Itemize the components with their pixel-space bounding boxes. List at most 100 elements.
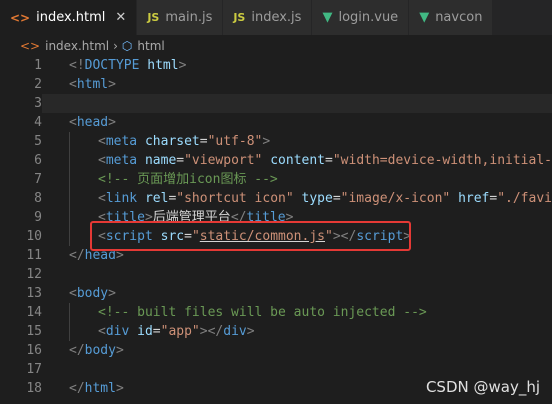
code-token: "viewport" [184, 153, 263, 168]
code-token: > [199, 324, 208, 339]
code-token: "width=device-width,initial-s [332, 153, 552, 168]
code-line[interactable]: 4 <head> [0, 113, 552, 132]
code-token: <! [69, 58, 85, 73]
code-token: < [98, 153, 106, 168]
tab-label: main.js [165, 10, 213, 25]
tab-index-js[interactable]: JS index.js [223, 0, 313, 35]
code-text: <!-- built files will be auto injected -… [42, 303, 552, 322]
code-line[interactable]: 8 <link rel="shortcut icon" type="image/x… [0, 189, 552, 208]
close-icon[interactable]: ✕ [115, 10, 126, 25]
code-token: = [176, 153, 185, 168]
code-token: <!-- built files will be auto injected -… [98, 305, 427, 320]
watermark: CSDN @way_hj [425, 378, 540, 396]
line-number: 3 [34, 96, 42, 111]
code-token: > [115, 343, 124, 358]
code-token: div [105, 324, 130, 339]
code-line[interactable]: 1 <!DOCTYPE html> [0, 56, 552, 75]
line-number: 17 [26, 362, 42, 377]
code-token: > [108, 77, 116, 92]
line-number: 18 [26, 381, 42, 396]
code-line[interactable]: 17 [0, 360, 552, 379]
js-file-icon: JS [147, 11, 160, 24]
code-text: <meta name="viewport" content="width=dev… [42, 151, 552, 170]
code-line[interactable]: 13 <body> [0, 284, 552, 303]
line-number: 5 [34, 134, 42, 149]
code-line[interactable]: 3 [0, 94, 552, 113]
line-number: 16 [26, 343, 42, 358]
code-token: html [76, 77, 109, 92]
breadcrumb-file[interactable]: index.html [45, 39, 109, 53]
tab-main-js[interactable]: JS main.js [137, 0, 224, 35]
code-line[interactable]: 12 [0, 265, 552, 284]
tab-navcon[interactable]: ▼ navcon [409, 0, 494, 35]
code-line[interactable]: 16 </body> [0, 341, 552, 360]
code-line[interactable]: 2 <html> [0, 75, 552, 94]
line-number: 4 [34, 115, 42, 130]
code-token: html [147, 58, 179, 73]
line-number: 6 [34, 153, 42, 168]
code-token: body [76, 286, 109, 301]
indent-guide [69, 189, 98, 208]
code-text: <!DOCTYPE html> [42, 56, 552, 75]
code-token: "./favic [497, 191, 552, 206]
indent-guide [69, 132, 98, 151]
code-token: </ [69, 381, 85, 396]
breadcrumb-node[interactable]: html [137, 39, 164, 53]
indent-guide [69, 151, 98, 170]
code-line[interactable]: 7 <!-- 页面增加icon图标 --> [0, 170, 552, 189]
line-number: 1 [34, 58, 42, 73]
code-token: < [69, 77, 77, 92]
code-token: head [76, 115, 109, 130]
code-line[interactable]: 15 <div id="app"></div> [0, 322, 552, 341]
cube-icon: ⬡ [121, 39, 133, 53]
vue-file-icon: ▼ [322, 10, 333, 25]
code-line[interactable]: 14 <!-- built files will be auto injected… [0, 303, 552, 322]
html-file-icon: <> [20, 39, 41, 53]
js-file-icon: JS [233, 11, 246, 24]
code-token: meta [105, 153, 138, 168]
code-text: <div id="app"></div> [42, 322, 552, 341]
highlight-box [90, 221, 411, 251]
tab-label: login.vue [338, 10, 399, 25]
code-token: DOCTYPE [84, 58, 140, 73]
code-line[interactable]: 5 <meta charset="utf-8"> [0, 132, 552, 151]
code-token: type [301, 191, 333, 206]
code-text: <head> [42, 113, 552, 132]
line-number: 15 [26, 324, 42, 339]
line-number: 13 [26, 286, 42, 301]
tab-login-vue[interactable]: ▼ login.vue [312, 0, 410, 35]
line-number: 11 [26, 248, 42, 263]
code-token: meta [105, 134, 138, 149]
line-number: 9 [34, 210, 42, 225]
code-token: body [84, 343, 116, 358]
tab-label: index.html [36, 10, 106, 25]
tab-index-html[interactable]: <> index.html ✕ [0, 0, 138, 35]
code-token: > [115, 381, 124, 396]
code-token: id [137, 324, 153, 339]
code-token: "image/x-icon" [340, 191, 451, 206]
code-text: <meta charset="utf-8"> [42, 132, 552, 151]
indent-guide [69, 322, 98, 341]
code-text: </body> [42, 341, 552, 360]
chevron-right-icon: › [113, 39, 118, 53]
tab-label: navcon [435, 10, 483, 25]
line-number: 8 [34, 191, 42, 206]
code-token: > [262, 134, 271, 149]
code-token: = [152, 324, 161, 339]
code-token: </ [69, 343, 85, 358]
code-text: <!-- 页面增加icon图标 --> [42, 170, 552, 189]
code-token: < [98, 134, 106, 149]
code-token: > [108, 115, 116, 130]
code-line[interactable]: 6 <meta name="viewport" content="width=de… [0, 151, 552, 170]
indent-guide [69, 303, 98, 322]
code-text [42, 94, 552, 113]
code-text: <link rel="shortcut icon" type="image/x-… [42, 189, 552, 208]
code-text: <body> [42, 284, 552, 303]
code-token: href [458, 191, 490, 206]
